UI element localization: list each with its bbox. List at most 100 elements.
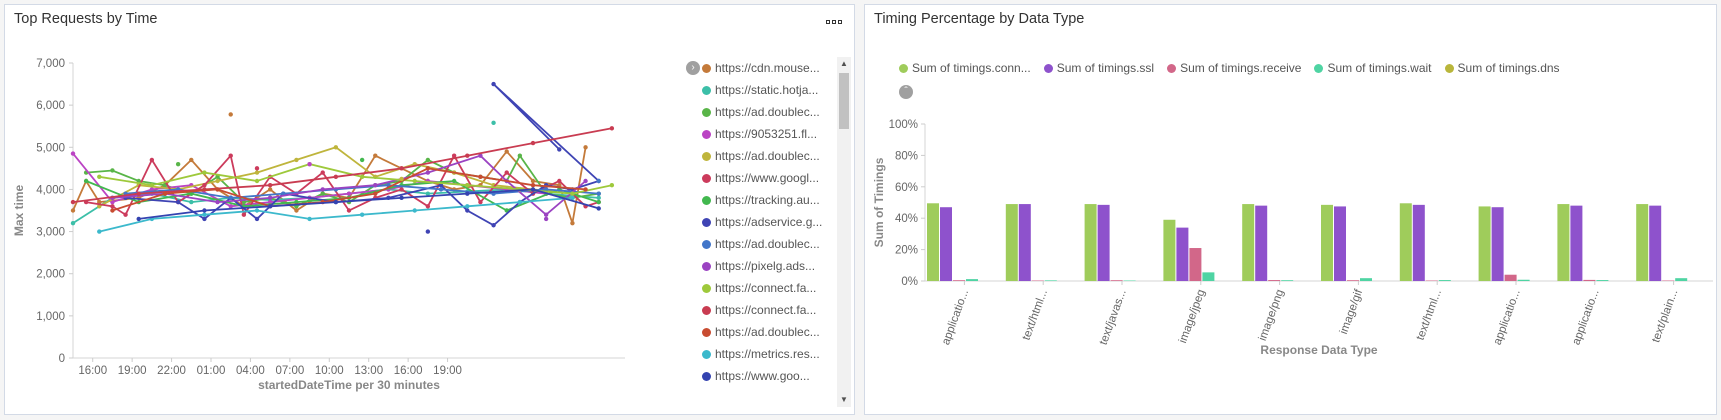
legend-item[interactable]: https://metrics.res... [702, 343, 836, 365]
bar [1491, 207, 1504, 281]
bar [1438, 280, 1451, 281]
data-point [346, 208, 352, 213]
x-tick-label: image/jpeg [1177, 288, 1208, 345]
bar [1478, 206, 1491, 281]
bar [1321, 204, 1333, 281]
data-point [465, 153, 470, 158]
bar [1202, 272, 1215, 281]
data-point [228, 153, 233, 158]
data-point [149, 183, 155, 188]
data-point [215, 199, 220, 205]
legend-item[interactable]: https://connect.fa... [702, 299, 836, 321]
x-tick-label: 16:00 [394, 365, 423, 377]
legend-item[interactable]: https://ad.doublec... [702, 321, 836, 343]
legend-item[interactable]: https://ad.doublec... [702, 233, 836, 255]
data-point [530, 187, 536, 192]
bar [1557, 204, 1570, 281]
x-tick-label: 01:00 [197, 365, 226, 377]
legend-item[interactable]: https://pixelg.ads... [702, 255, 836, 277]
data-point [333, 145, 339, 150]
data-point [83, 178, 89, 184]
data-point [228, 112, 233, 117]
scroll-down-icon[interactable]: ▼ [840, 395, 848, 405]
legend-label: https://static.hotja... [715, 83, 819, 97]
data-point [359, 174, 365, 179]
data-point [110, 204, 115, 209]
data-point [425, 229, 431, 234]
legend-label: https://cdn.mouse... [715, 61, 820, 75]
data-point [583, 178, 588, 184]
x-tick-label: 07:00 [275, 365, 304, 377]
data-point [596, 191, 601, 196]
data-point [517, 199, 523, 205]
data-point [530, 178, 536, 184]
legend-scrollbar[interactable]: ▲ ▼ [837, 57, 851, 407]
x-tick-label: image/png [1257, 288, 1287, 343]
legend-label: https://ad.doublec... [715, 237, 820, 251]
data-point [189, 199, 194, 205]
y-tick-label: 6,000 [36, 100, 65, 112]
legend-item[interactable]: https://ad.doublec... [702, 145, 836, 167]
legend-label: https://ad.doublec... [715, 149, 820, 163]
legend-item[interactable]: https://tracking.au... [702, 189, 836, 211]
data-point [425, 204, 431, 209]
legend-dot [702, 327, 711, 337]
data-point [478, 199, 483, 205]
data-point [267, 195, 273, 201]
legend-dot [702, 371, 711, 381]
data-point [307, 216, 312, 222]
data-point [609, 126, 615, 131]
legend-item[interactable]: https://www.googl... [702, 167, 836, 189]
data-point [609, 183, 615, 188]
data-point [530, 140, 536, 146]
x-tick-label: applicatio... [940, 288, 971, 347]
data-point [465, 208, 470, 213]
legend-item[interactable]: https://adservice.g... [702, 211, 836, 233]
legend-label: https://tracking.au... [715, 193, 820, 207]
y-tick-label: 80% [895, 150, 918, 162]
legend-dot [702, 217, 711, 227]
data-point [202, 183, 207, 188]
bar [1044, 280, 1057, 281]
data-point [333, 174, 339, 179]
legend-item[interactable]: https://cdn.mouse... [702, 57, 836, 79]
data-point [320, 187, 325, 192]
data-point [504, 149, 509, 154]
series-group [123, 81, 601, 228]
bar [1268, 280, 1281, 281]
data-point [267, 183, 273, 188]
legend-label: https://metrics.res... [715, 347, 820, 361]
data-point [570, 195, 575, 201]
scroll-thumb[interactable] [839, 73, 849, 129]
line-chart: 0 1,000 2,000 3,000 4,000 5,000 6,000 7,000 16:0… [12, 58, 625, 392]
data-point [175, 161, 181, 167]
bar [953, 280, 965, 281]
y-tick-label: 100% [889, 119, 918, 131]
legend-item[interactable]: https://www.goo... [702, 365, 836, 387]
data-point [110, 168, 115, 173]
legend-label: https://adservice.g... [715, 215, 823, 229]
data-point [491, 223, 496, 228]
legend-item[interactable]: https://static.hotja... [702, 79, 836, 101]
data-point [320, 191, 325, 196]
data-point [425, 170, 431, 175]
data-point [465, 204, 470, 209]
legend-dot [702, 239, 711, 249]
legend-label: https://9053251.fl... [715, 127, 818, 141]
data-point [451, 178, 457, 184]
legend-item[interactable]: https://9053251.fl... [702, 123, 836, 145]
data-point [596, 178, 601, 184]
data-point [465, 183, 470, 188]
panel-options-icon[interactable] [826, 17, 844, 27]
chevron-right-icon[interactable]: › [686, 61, 700, 75]
y-tick-label: 5,000 [36, 142, 65, 154]
bar [1005, 204, 1018, 281]
x-tick-label: text/javas... [1098, 288, 1129, 347]
scroll-up-icon[interactable]: ▲ [840, 59, 848, 69]
legend-item[interactable]: https://connect.fa... [702, 277, 836, 299]
data-point [465, 191, 470, 196]
legend-item[interactable]: https://ad.doublec... [702, 101, 836, 123]
y-axis-label: Max time [12, 185, 26, 237]
data-point [267, 204, 273, 209]
data-point [136, 191, 141, 196]
